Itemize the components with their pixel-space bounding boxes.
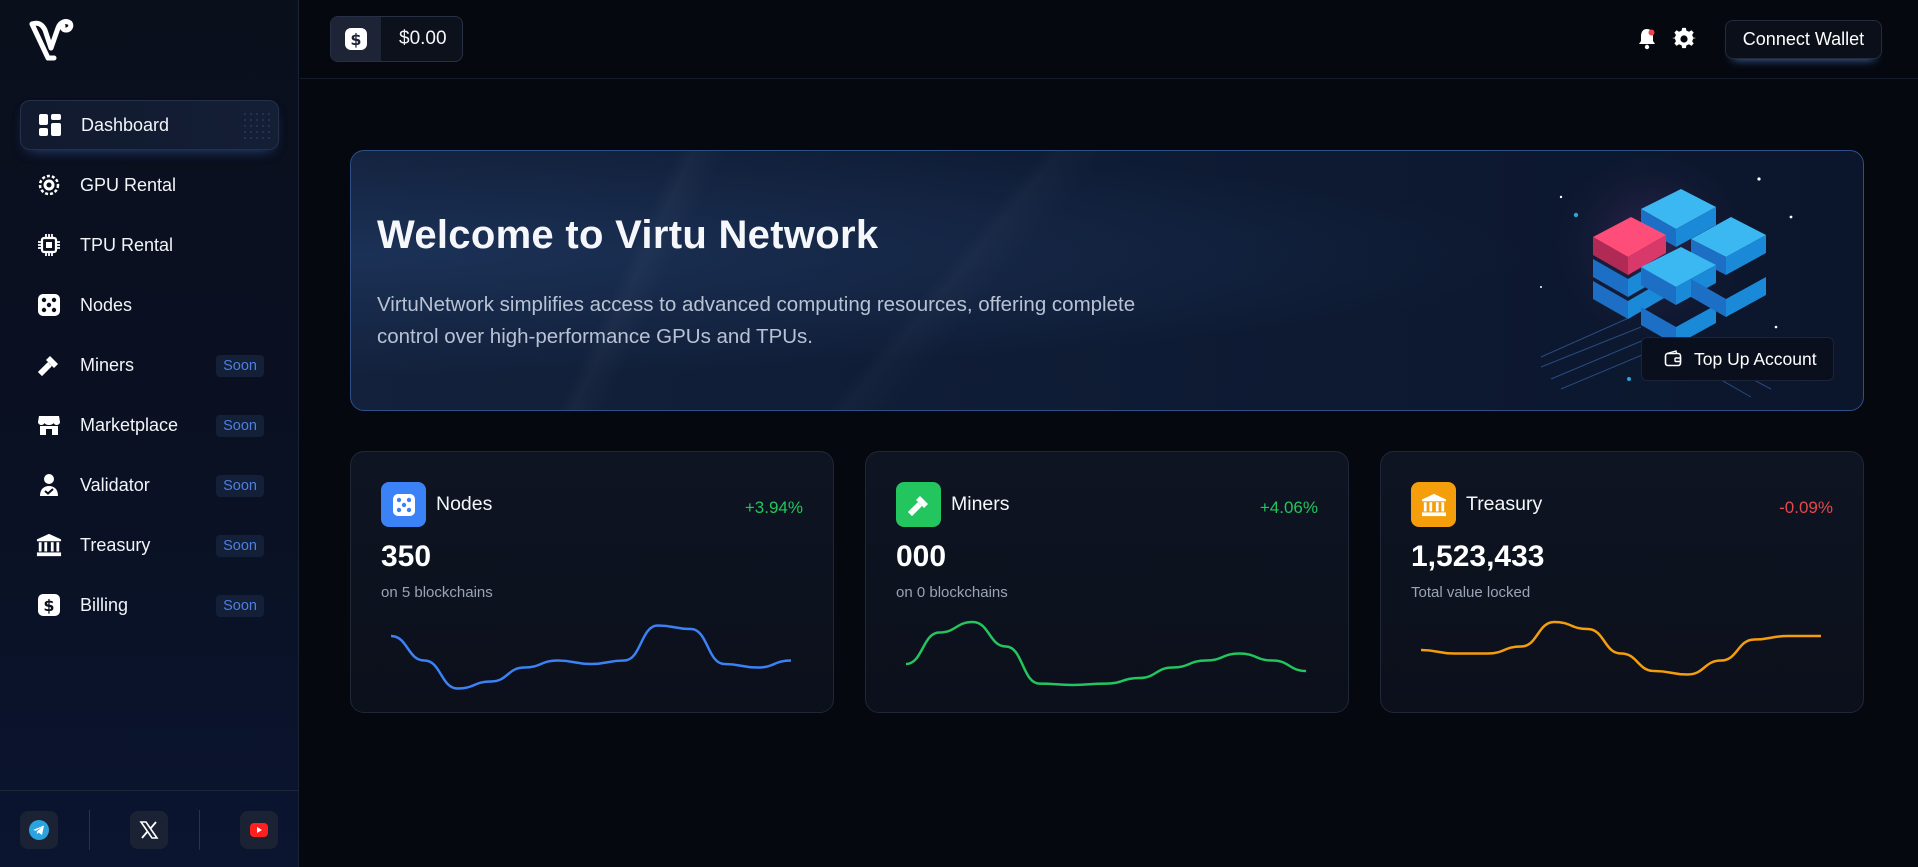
card-title: Nodes bbox=[436, 493, 493, 515]
sidebar-item-label: Treasury bbox=[80, 534, 151, 555]
bell-icon[interactable] bbox=[1635, 27, 1659, 51]
social-links bbox=[0, 790, 299, 867]
dice-icon bbox=[36, 292, 62, 318]
store-icon bbox=[36, 412, 62, 438]
soon-badge: Soon bbox=[216, 535, 264, 557]
bank-icon bbox=[36, 532, 62, 558]
sidebar-item-label: Miners bbox=[80, 354, 135, 375]
nodes-sparkline bbox=[390, 624, 792, 690]
wallet-icon bbox=[1664, 350, 1682, 367]
svg-text:$: $ bbox=[350, 30, 361, 49]
sidebar-item-dashboard[interactable]: Dashboard bbox=[20, 100, 279, 150]
pickaxe-icon bbox=[896, 482, 941, 527]
sidebar-item-label: Nodes bbox=[80, 294, 133, 315]
treasury-sparkline bbox=[1420, 620, 1821, 676]
chip-icon bbox=[36, 172, 62, 198]
telegram-icon[interactable] bbox=[20, 811, 58, 849]
gear-icon[interactable] bbox=[1672, 27, 1696, 51]
sidebar-item-gpu-rental[interactable]: GPU Rental bbox=[20, 160, 279, 210]
sidebar: Dashboard GPU Rental TPU Rental Nodes Mi… bbox=[0, 0, 299, 867]
sidebar-item-label: GPU Rental bbox=[80, 174, 177, 195]
stat-card-nodes[interactable]: Nodes +3.94% 350 on 5 blockchains bbox=[350, 451, 834, 713]
banner-title: Welcome to Virtu Network bbox=[377, 213, 879, 257]
sidebar-item-miners[interactable]: Miners Soon bbox=[20, 340, 279, 390]
user-check-icon bbox=[36, 472, 62, 498]
dice-icon bbox=[381, 482, 426, 527]
sidebar-item-label: Marketplace bbox=[80, 414, 179, 435]
pickaxe-icon bbox=[36, 352, 62, 378]
sidebar-item-tpu-rental[interactable]: TPU Rental bbox=[20, 220, 279, 270]
soon-badge: Soon bbox=[216, 475, 264, 497]
card-value: 1,523,433 bbox=[1411, 540, 1545, 573]
card-value: 000 bbox=[896, 540, 947, 573]
change-percent: +4.06% bbox=[1259, 498, 1318, 517]
change-percent: +3.94% bbox=[744, 498, 803, 517]
soon-badge: Soon bbox=[216, 415, 264, 437]
card-subtitle: Total value locked bbox=[1411, 584, 1531, 601]
soon-badge: Soon bbox=[216, 595, 264, 617]
v-logo-icon[interactable] bbox=[28, 18, 74, 62]
change-percent: -0.09% bbox=[1779, 498, 1833, 517]
divider bbox=[89, 810, 90, 850]
dollar-icon: $ bbox=[36, 592, 62, 618]
sidebar-item-nodes[interactable]: Nodes bbox=[20, 280, 279, 330]
svg-text:$: $ bbox=[43, 596, 54, 615]
card-title: Miners bbox=[951, 493, 1010, 515]
bank-icon bbox=[1411, 482, 1456, 527]
balance-value: $0.00 bbox=[399, 28, 447, 49]
card-subtitle: on 5 blockchains bbox=[381, 584, 493, 601]
sidebar-item-billing[interactable]: $ Billing Soon bbox=[20, 580, 279, 630]
sidebar-nav: Dashboard GPU Rental TPU Rental Nodes Mi… bbox=[20, 100, 279, 640]
sidebar-item-marketplace[interactable]: Marketplace Soon bbox=[20, 400, 279, 450]
connect-wallet-button[interactable]: Connect Wallet bbox=[1725, 20, 1882, 59]
top-up-label: Top Up Account bbox=[1694, 348, 1817, 369]
card-subtitle: on 0 blockchains bbox=[896, 584, 1008, 601]
miners-sparkline bbox=[905, 620, 1307, 687]
sidebar-item-label: Billing bbox=[80, 594, 129, 615]
card-value: 350 bbox=[381, 540, 432, 573]
sidebar-item-validator[interactable]: Validator Soon bbox=[20, 460, 279, 510]
youtube-icon[interactable] bbox=[240, 811, 278, 849]
welcome-banner: Welcome to Virtu Network VirtuNetwork si… bbox=[350, 150, 1864, 411]
top-header: $ $0.00 Connect Wallet bbox=[300, 0, 1918, 79]
dots-decoration bbox=[242, 111, 272, 141]
stat-card-miners[interactable]: Miners +4.06% 000 on 0 blockchains bbox=[865, 451, 1349, 713]
sidebar-item-label: TPU Rental bbox=[80, 234, 174, 255]
divider bbox=[199, 810, 200, 850]
soon-badge: Soon bbox=[216, 355, 264, 377]
balance-display[interactable]: $ $0.00 bbox=[330, 16, 463, 62]
x-icon[interactable] bbox=[130, 811, 168, 849]
banner-description: VirtuNetwork simplifies access to advanc… bbox=[377, 293, 1136, 348]
stat-card-treasury[interactable]: Treasury -0.09% 1,523,433 Total value lo… bbox=[1380, 451, 1864, 713]
dollar-icon: $ bbox=[331, 17, 381, 61]
sidebar-item-label: Dashboard bbox=[81, 114, 170, 135]
dashboard-grid-icon bbox=[37, 112, 63, 138]
sidebar-item-treasury[interactable]: Treasury Soon bbox=[20, 520, 279, 570]
sidebar-item-label: Validator bbox=[80, 474, 150, 495]
processor-icon bbox=[36, 232, 62, 258]
card-title: Treasury bbox=[1466, 493, 1543, 515]
top-up-account-button[interactable]: Top Up Account bbox=[1641, 337, 1834, 381]
